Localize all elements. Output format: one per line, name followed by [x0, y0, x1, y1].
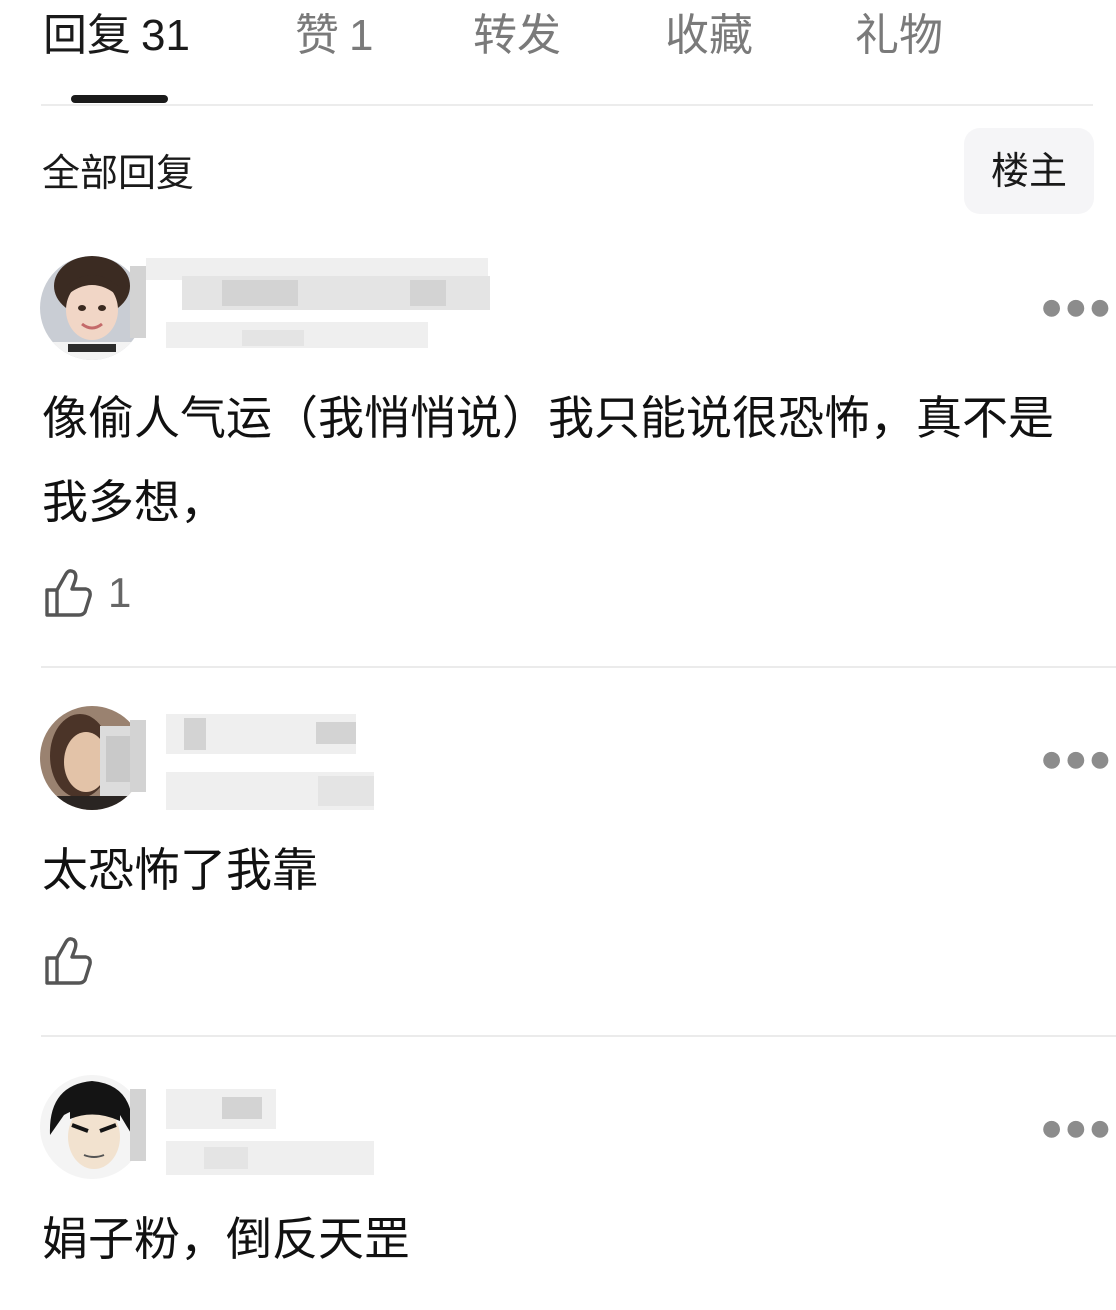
- ellipsis-icon: ●●●: [1042, 1116, 1115, 1141]
- ellipsis-icon: ●●●: [1042, 295, 1115, 320]
- tab-reposts[interactable]: 转发: [473, 10, 561, 62]
- tab-favorites-label: 收藏: [665, 10, 753, 61]
- comment-text: 太恐怖了我靠: [42, 843, 318, 897]
- tab-likes-label: 赞: [295, 10, 339, 61]
- all-replies-title: 全部回复: [42, 151, 195, 195]
- comment-text: 像偷人气运（我悄悄说）我只能说很恐怖，真不是我多想，: [42, 391, 1054, 529]
- tab-gifts-label: 礼物: [855, 10, 943, 61]
- owner-filter-label: 楼主: [990, 149, 1067, 193]
- avatar[interactable]: [40, 706, 144, 810]
- comment-item: ●●● 像偷人气运（我悄悄说）我只能说很恐怖，真不是我多想， 1: [0, 236, 1116, 668]
- tab-replies-label: 回复: [43, 10, 131, 61]
- tab-replies[interactable]: 回复 31: [43, 10, 190, 62]
- tab-gifts[interactable]: 礼物: [855, 10, 943, 62]
- comment-item: ●●● 娟子粉，倒反天罡: [0, 1037, 1116, 1310]
- tab-likes-count: 1: [349, 11, 374, 60]
- replies-header: 全部回复 楼主: [0, 106, 1116, 236]
- tab-favorites[interactable]: 收藏: [665, 10, 753, 62]
- more-options-button[interactable]: ●●●: [1042, 296, 1115, 320]
- tab-likes[interactable]: 赞1: [295, 10, 373, 62]
- ellipsis-icon: ●●●: [1042, 747, 1115, 772]
- more-options-button[interactable]: ●●●: [1042, 1117, 1115, 1141]
- like-count: 1: [108, 569, 132, 616]
- avatar[interactable]: [40, 1075, 144, 1179]
- owner-filter-button[interactable]: 楼主: [964, 128, 1094, 214]
- active-tab-indicator: [71, 95, 168, 103]
- comment-text: 娟子粉，倒反天罡: [42, 1212, 410, 1266]
- comment-item: ●●● 太恐怖了我靠: [0, 668, 1116, 1036]
- more-options-button[interactable]: ●●●: [1042, 748, 1115, 772]
- tab-bar: 回复 31 赞1 转发 收藏 礼物: [0, 0, 1116, 106]
- tab-reposts-label: 转发: [473, 10, 561, 61]
- thumbs-up-icon: [45, 937, 92, 985]
- tab-replies-count: 31: [141, 11, 190, 60]
- avatar[interactable]: [40, 256, 144, 360]
- thumbs-up-icon: [45, 569, 92, 617]
